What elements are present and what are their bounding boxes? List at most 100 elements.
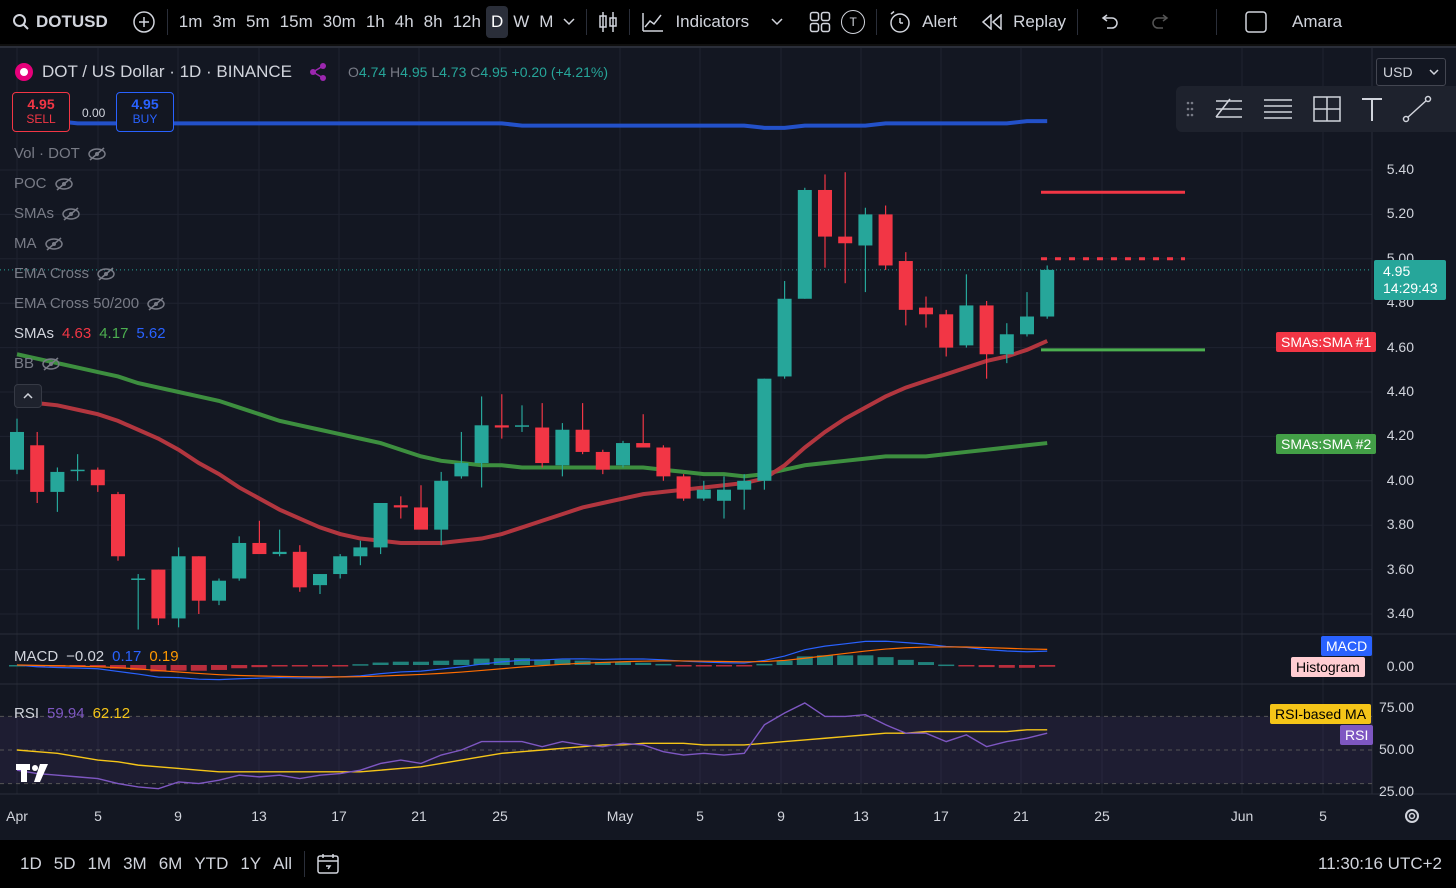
legend-label: SMAs	[14, 325, 55, 342]
time-axis-label: 9	[174, 808, 182, 824]
fib-channel-icon[interactable]	[1212, 95, 1244, 123]
user-label: Amara	[1292, 12, 1343, 31]
rsi-value: 59.94	[47, 705, 85, 722]
candle-body	[70, 469, 85, 472]
toolbar-divider	[1216, 9, 1218, 35]
price-axis-label: 3.80	[1386, 516, 1414, 533]
redo-button[interactable]	[1146, 6, 1176, 38]
macd-histogram-bar	[271, 665, 288, 667]
macd-histogram-bar	[413, 661, 429, 665]
range-ytd[interactable]: YTD	[188, 854, 234, 874]
gear-icon[interactable]	[1402, 806, 1422, 826]
trend-line-icon[interactable]	[1402, 95, 1432, 123]
indicators-button[interactable]: Indicators	[636, 6, 788, 38]
interval-30m[interactable]: 30m	[318, 6, 361, 38]
alarm-clock-icon	[890, 10, 910, 33]
macd-histogram-bar	[170, 665, 187, 671]
chart-area[interactable]: DOT / US Dollar · 1D · BINANCE O4.74 H4.…	[0, 46, 1456, 842]
collapse-legend-button[interactable]	[14, 384, 42, 408]
interval-dropdown[interactable]	[558, 6, 580, 38]
sell-button[interactable]: 4.95 SELL	[12, 92, 70, 132]
macd-histogram-bar	[978, 665, 995, 668]
interval-15m[interactable]: 15m	[275, 6, 318, 38]
macd-histogram-bar	[392, 661, 409, 665]
eye-off-icon[interactable]	[54, 176, 73, 191]
legend-row-smas[interactable]: SMAs	[14, 205, 80, 222]
price-axis-label: 5.20	[1386, 205, 1414, 222]
candle-body	[737, 480, 752, 490]
legend-row-poc[interactable]: POC	[14, 175, 73, 192]
share-nodes-icon[interactable]	[308, 62, 328, 82]
interval-M[interactable]: M	[534, 6, 558, 38]
chart-header: DOT / US Dollar · 1D · BINANCE O4.74 H4.…	[14, 62, 608, 82]
time-axis-label: 17	[933, 808, 949, 824]
macd-histogram-bar	[1039, 665, 1056, 667]
interval-1m[interactable]: 1m	[174, 6, 208, 38]
price-axis-label: 4.00	[1386, 471, 1414, 488]
interval-8h[interactable]: 8h	[419, 6, 448, 38]
measure-icon[interactable]	[1312, 95, 1342, 123]
candle-body	[656, 447, 671, 477]
chevron-down-icon	[771, 18, 783, 26]
range-1y[interactable]: 1Y	[234, 854, 267, 874]
interval-D[interactable]: D	[485, 6, 509, 38]
macd-histogram-bar	[675, 665, 692, 667]
range-all[interactable]: All	[267, 854, 298, 874]
interval-3m[interactable]: 3m	[207, 6, 241, 38]
time-axis-label: 25	[1094, 808, 1110, 824]
candle-body	[878, 214, 893, 266]
tradingview-logo-icon[interactable]	[16, 762, 56, 784]
legend-label: EMA Cross 50/200	[14, 295, 140, 312]
legend-row-smas-values[interactable]: SMAs 4.63 4.17 5.62	[14, 325, 166, 342]
range-6m[interactable]: 6M	[153, 854, 189, 874]
interval-5m[interactable]: 5m	[241, 6, 275, 38]
candle-body	[434, 480, 449, 530]
legend-row-bb[interactable]: BB	[14, 355, 60, 372]
eye-off-icon[interactable]	[147, 296, 165, 311]
symbol-search[interactable]: DOTUSD	[0, 6, 113, 38]
macd-legend[interactable]: MACD −0.02 0.17 0.19	[14, 648, 179, 665]
replay-button[interactable]: Replay	[976, 6, 1071, 38]
range-5d[interactable]: 5D	[48, 854, 82, 874]
user-menu[interactable]: Amara	[1287, 6, 1347, 38]
interval-W[interactable]: W	[508, 6, 534, 38]
legend-row-ema-cross-50-200[interactable]: EMA Cross 50/200	[14, 295, 165, 312]
rsi-legend[interactable]: RSI 59.94 62.12	[14, 705, 130, 722]
last-price-tag: 4.95 14:29:43	[1374, 260, 1446, 300]
time-axis-label: May	[606, 808, 634, 824]
eye-off-icon[interactable]	[42, 356, 60, 371]
currency-select[interactable]: USD	[1376, 58, 1446, 86]
date-range-button[interactable]	[311, 848, 345, 880]
indicators-icon	[642, 13, 664, 32]
legend-row-vol-dot[interactable]: Vol · DOT	[14, 145, 106, 162]
candle-body	[151, 569, 166, 619]
macd-histogram-bar	[655, 663, 672, 666]
eye-off-icon[interactable]	[97, 266, 115, 281]
candle-body	[777, 298, 792, 377]
horizontal-lines-icon[interactable]	[1262, 95, 1294, 123]
drag-handle-icon[interactable]	[1186, 100, 1194, 118]
clock[interactable]: 11:30:16 UTC+2	[1318, 854, 1442, 874]
candle-body	[212, 580, 226, 601]
compare-symbol-button[interactable]	[127, 6, 161, 38]
alert-button[interactable]: Alert	[883, 6, 962, 38]
text-tool-icon[interactable]	[1360, 95, 1384, 123]
layout-button[interactable]	[804, 6, 836, 38]
interval-4h[interactable]: 4h	[390, 6, 419, 38]
undo-button[interactable]	[1094, 6, 1124, 38]
fullscreen-button[interactable]	[1239, 6, 1273, 38]
price-chart[interactable]	[0, 48, 1456, 842]
eye-off-icon[interactable]	[62, 206, 80, 221]
legend-row-ma[interactable]: MA	[14, 235, 63, 252]
eye-off-icon[interactable]	[88, 146, 106, 161]
buy-button[interactable]: 4.95 BUY	[116, 92, 174, 132]
eye-off-icon[interactable]	[44, 236, 63, 251]
interval-12h[interactable]: 12h	[448, 6, 486, 38]
range-1d[interactable]: 1D	[14, 854, 48, 874]
template-button[interactable]: T	[836, 6, 870, 38]
legend-row-ema-cross[interactable]: EMA Cross	[14, 265, 115, 282]
range-1m[interactable]: 1M	[81, 854, 117, 874]
chart-type-button[interactable]	[593, 6, 623, 38]
range-3m[interactable]: 3M	[117, 854, 153, 874]
interval-1h[interactable]: 1h	[361, 6, 390, 38]
